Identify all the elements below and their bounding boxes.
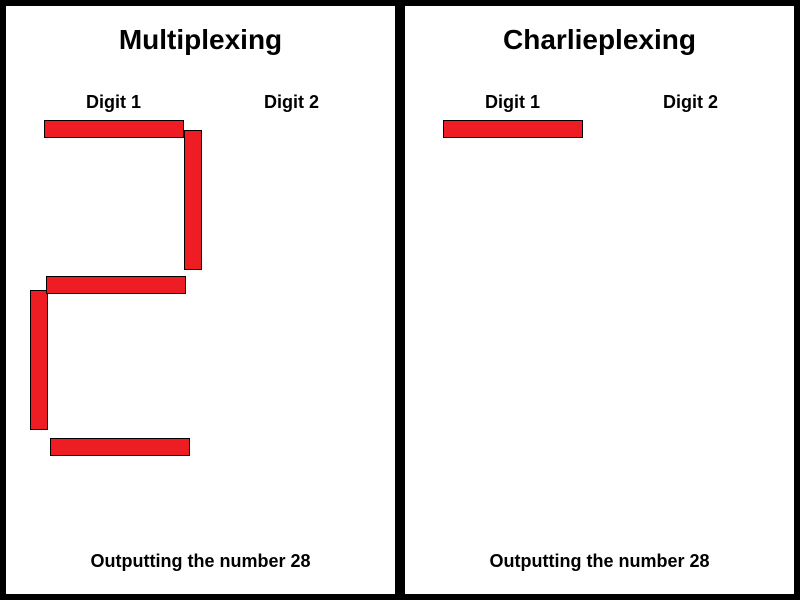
charlieplexing-panel: Charlieplexing Digit 1 Digit 2 Outputtin… [405,6,794,594]
left-d1-seg-e [30,290,48,430]
left-d1-seg-g [46,276,186,294]
right-digit1-label: Digit 1 [485,92,540,113]
left-d1-seg-d [50,438,190,456]
left-digit1-label: Digit 1 [86,92,141,113]
left-display-area [26,120,376,500]
left-digit2-label: Digit 2 [264,92,319,113]
diagram-frame: Multiplexing Digit 1 Digit 2 Outputting … [0,0,800,600]
multiplexing-panel: Multiplexing Digit 1 Digit 2 Outputting … [6,6,395,594]
left-digit-labels: Digit 1 Digit 2 [6,92,395,116]
right-display-area [425,120,775,500]
multiplexing-title: Multiplexing [6,24,395,56]
right-digit2-label: Digit 2 [663,92,718,113]
left-d1-seg-b [184,130,202,270]
right-caption: Outputting the number 28 [405,551,794,572]
left-d1-seg-a [44,120,184,138]
charlieplexing-title: Charlieplexing [405,24,794,56]
right-digit-labels: Digit 1 Digit 2 [405,92,794,116]
center-divider [395,6,405,594]
right-d1-seg-a [443,120,583,138]
left-caption: Outputting the number 28 [6,551,395,572]
